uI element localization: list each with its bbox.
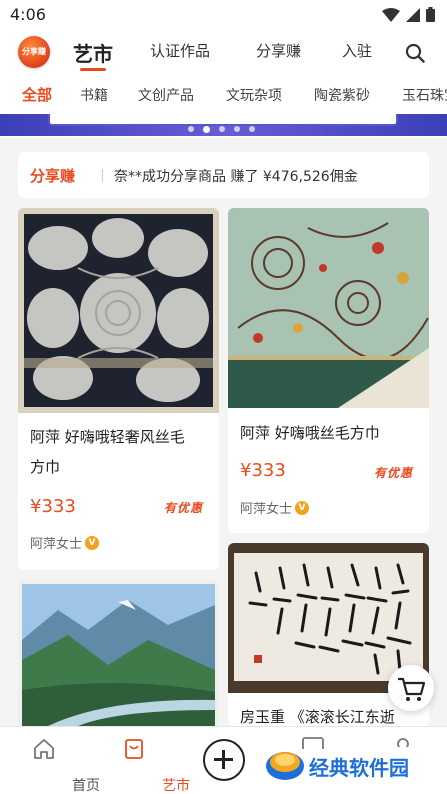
product-title-line2: 方巾: [30, 458, 61, 476]
art-market-icon: [125, 739, 143, 759]
tab-join[interactable]: 入驻: [342, 40, 372, 61]
battery-icon: [426, 7, 435, 22]
top-nav: 分享赚 艺市 认证作品 分享赚 入驻: [0, 30, 447, 76]
home-icon: [34, 739, 54, 759]
carousel-dot: [249, 126, 255, 132]
wifi-icon: [382, 7, 400, 22]
category-jade[interactable]: 玉石珠宝: [402, 85, 447, 105]
share-earn-message: 奈**成功分享商品 赚了 ¥476,526佣金: [114, 169, 358, 185]
product-title: 房玉重 《滚滚长江东逝: [240, 708, 395, 726]
watermark-text: 经典软件园: [309, 756, 409, 780]
search-icon[interactable]: [405, 43, 425, 63]
tab-art-market[interactable]: 艺市: [73, 38, 113, 67]
cart-button[interactable]: [388, 665, 434, 711]
carousel-dot: [188, 126, 194, 132]
carousel-dots: [188, 126, 255, 133]
publish-plus-button[interactable]: [203, 739, 245, 781]
tab-certified-works[interactable]: 认证作品: [150, 40, 210, 61]
watermark-logo-icon: [266, 752, 304, 780]
discount-badge: 有优惠: [374, 466, 414, 480]
carousel-dot-active: [203, 126, 210, 133]
bottom-nav-home[interactable]: 首页: [14, 735, 100, 794]
category-ceramics[interactable]: 陶瓷紫砂: [314, 85, 370, 105]
product-card[interactable]: 阿萍 好嗨哦轻奢风丝毛 方巾 ¥333 有优惠 阿萍女士 V: [18, 208, 219, 570]
category-cultural-products[interactable]: 文创产品: [138, 85, 194, 105]
product-title: 阿萍 好嗨哦轻奢风丝毛: [30, 428, 185, 446]
product-card[interactable]: [18, 580, 219, 726]
category-bar: 全部 书籍 文创产品 文玩杂项 陶瓷紫砂 玉石珠宝: [0, 76, 447, 114]
seller-name: 阿萍女士: [30, 537, 83, 552]
category-books[interactable]: 书籍: [80, 85, 108, 105]
carousel-dot: [234, 126, 240, 132]
status-icons: [382, 7, 435, 22]
status-time: 4:06: [10, 5, 46, 24]
divider: [102, 169, 103, 182]
share-earn-notice[interactable]: 分享赚 奈**成功分享商品 赚了 ¥476,526佣金: [18, 152, 429, 198]
banner-carousel[interactable]: [0, 114, 447, 138]
category-curios[interactable]: 文玩杂项: [226, 85, 282, 105]
bottom-nav-home-label: 首页: [72, 778, 100, 794]
share-earn-title: 分享赚: [30, 167, 76, 185]
product-price: ¥333: [30, 496, 76, 517]
signal-icon: [406, 7, 420, 22]
tab-share-earn[interactable]: 分享赚: [256, 40, 301, 61]
watermark: 经典软件园: [265, 744, 445, 788]
product-image-silk-scarf: [18, 208, 219, 413]
product-card[interactable]: 阿萍 好嗨哦丝毛方巾 ¥333 有优惠 阿萍女士 V: [228, 208, 429, 533]
verified-icon: V: [85, 535, 100, 550]
app-logo-text: 分享赚: [22, 47, 46, 56]
banner-card: [48, 114, 398, 126]
seller-info[interactable]: 阿萍女士 V: [30, 533, 100, 552]
product-image-silk-scarf: [228, 208, 429, 408]
bottom-nav-art-market-label: 艺市: [162, 778, 190, 794]
verified-icon: V: [295, 500, 310, 515]
seller-info[interactable]: 阿萍女士 V: [240, 498, 310, 517]
category-all[interactable]: 全部: [22, 84, 52, 105]
active-tab-indicator: [80, 68, 106, 71]
cart-icon: [397, 677, 426, 701]
discount-badge: 有优惠: [164, 501, 204, 515]
seller-name: 阿萍女士: [240, 502, 293, 517]
app-logo[interactable]: 分享赚: [18, 36, 50, 68]
bottom-nav-art-market[interactable]: 艺市: [104, 735, 190, 794]
carousel-dot: [219, 126, 225, 132]
product-image-landscape-painting: [18, 580, 219, 726]
product-title: 阿萍 好嗨哦丝毛方巾: [240, 424, 380, 442]
product-price: ¥333: [240, 460, 286, 481]
status-bar: 4:06: [0, 0, 447, 30]
